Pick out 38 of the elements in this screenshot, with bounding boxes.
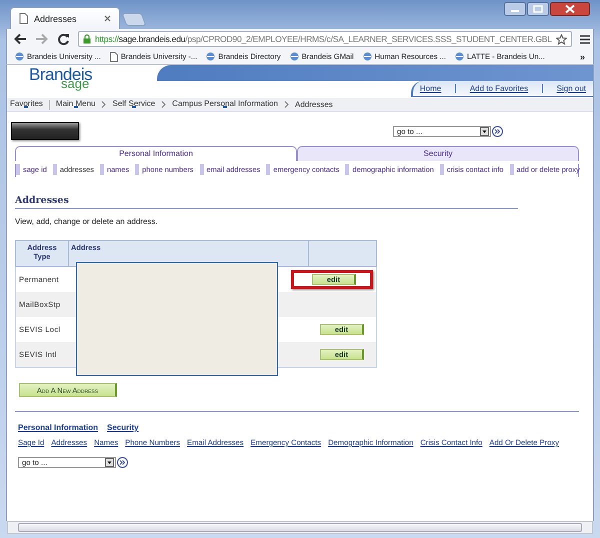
header-link[interactable]: Sign out — [556, 84, 586, 93]
horizontal-scrollbar[interactable] — [7, 521, 593, 534]
logo-text: Brandeis — [29, 67, 94, 82]
url-text: https://sage.brandeis.edu/psp/CPROD90_2/EMPLOYEE/HRMS/c/SA_LEARNER_SERVICES.SSS_STUDENT_CENTER.GBL — [95, 34, 552, 44]
page-tab[interactable]: Security — [297, 146, 579, 161]
go-arrows-icon[interactable] — [492, 126, 503, 136]
breadcrumb[interactable]: Main Menu — [56, 99, 96, 110]
browser-tab[interactable]: Addresses — [10, 7, 120, 29]
breadcrumb[interactable]: Campus Personal Information — [172, 99, 278, 110]
maximize-icon[interactable] — [527, 2, 549, 16]
page-tab[interactable]: Personal Information — [15, 146, 297, 161]
more-bookmarks-button[interactable]: » — [580, 52, 585, 62]
go-arrows-icon[interactable] — [117, 457, 128, 468]
redaction-bar — [11, 122, 79, 140]
close-icon — [104, 15, 111, 22]
section-heading: Addresses — [15, 195, 518, 209]
header-link[interactable]: Add to Favorites — [470, 84, 528, 93]
breadcrumb[interactable]: Self Service — [112, 99, 156, 110]
chevron-icon — [284, 101, 289, 108]
lock-icon — [83, 34, 91, 44]
breadcrumb[interactable]: Favorites — [10, 99, 43, 110]
footer-tab-link[interactable]: Personal Information — [18, 423, 98, 432]
column-header — [308, 240, 376, 266]
page-icon — [19, 13, 28, 24]
back-icon[interactable] — [13, 33, 27, 45]
section-description: View, add, change or delete an address. — [15, 217, 159, 226]
footer-tab-link[interactable]: Security — [107, 423, 139, 432]
address-bar[interactable]: https://sage.brandeis.edu/psp/CPROD90_2/EMPLOYEE/HRMS/c/SA_LEARNER_SERVICES.SSS_STUDENT_CENTER.GBL — [78, 31, 572, 47]
page-icon — [110, 52, 118, 62]
chevron-icon — [161, 101, 166, 108]
chevron-icon — [101, 101, 106, 108]
menu-icon[interactable] — [580, 34, 590, 44]
minimize-icon[interactable] — [504, 2, 526, 16]
reload-icon[interactable] — [57, 32, 70, 46]
header-link[interactable]: Home — [420, 84, 442, 93]
star-icon[interactable] — [556, 34, 567, 44]
breadcrumb[interactable]: Addresses — [295, 100, 333, 109]
close-icon[interactable] — [550, 2, 590, 16]
